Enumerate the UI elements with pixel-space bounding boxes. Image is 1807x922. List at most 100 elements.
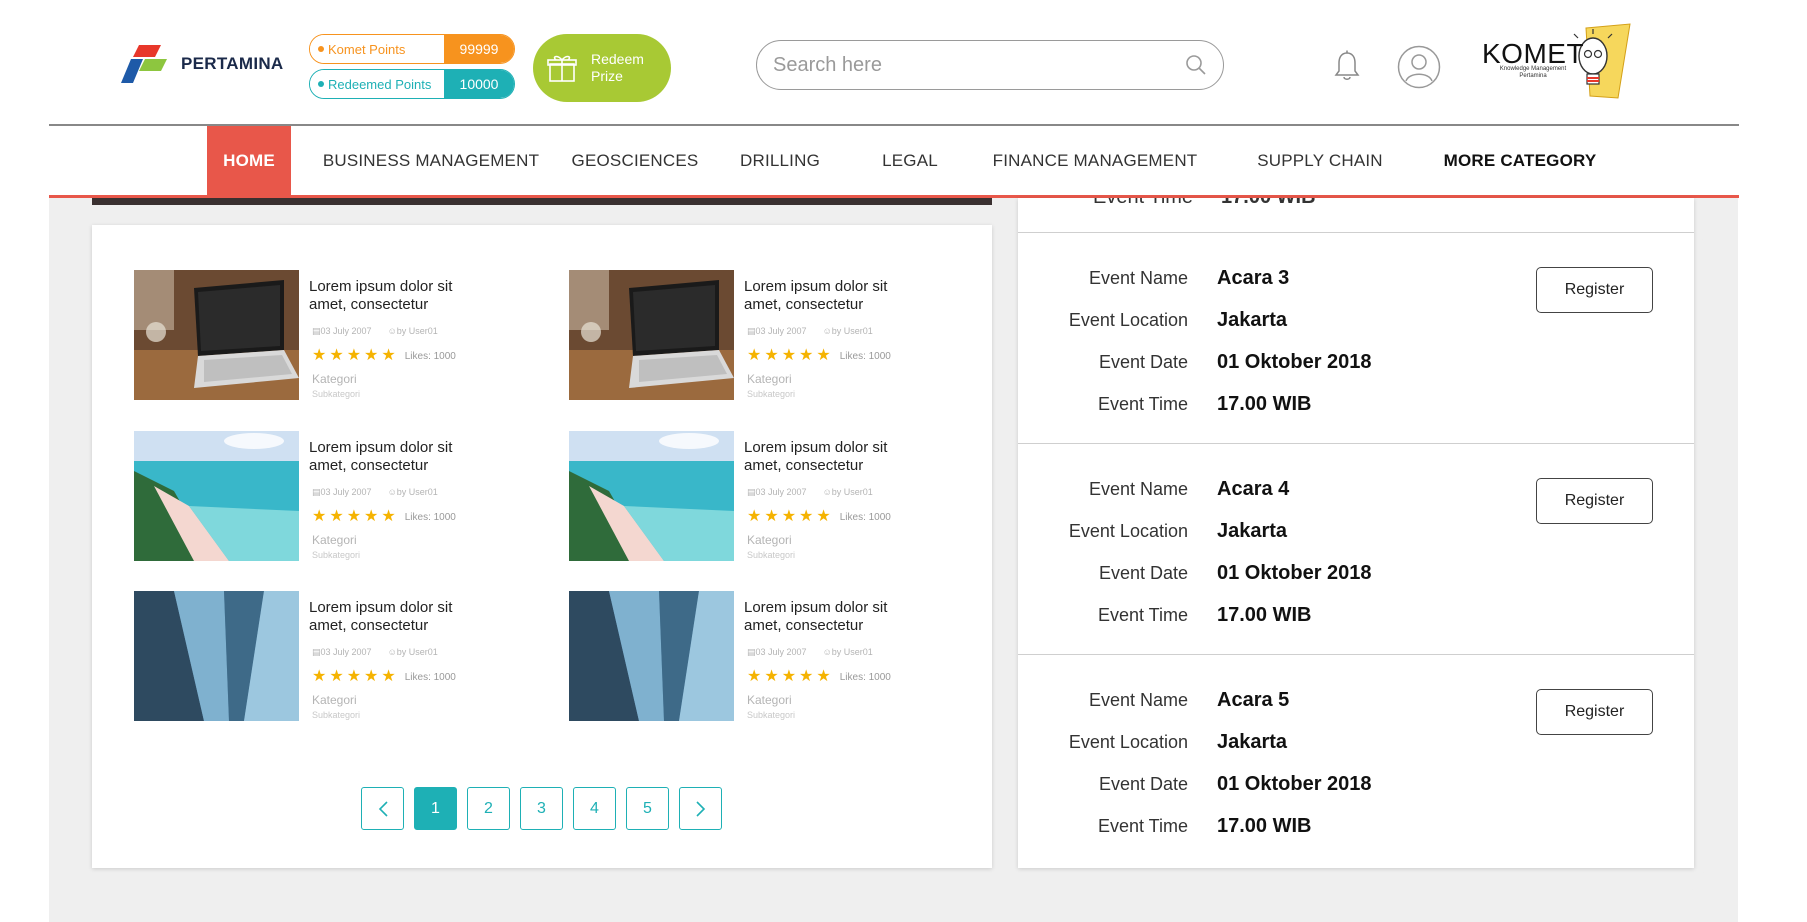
article-item[interactable]: Lorem ipsum dolor sit amet, consectetur ▤… (569, 591, 959, 721)
event-previous-time-value: 17.00 WIB (1221, 198, 1315, 209)
user-icon: ☺ (387, 487, 397, 497)
article-title[interactable]: Lorem ipsum dolor sit amet, consectetur (744, 278, 924, 314)
article-subcategory[interactable]: Subkategori (312, 710, 360, 720)
page-2-button[interactable]: 2 (467, 787, 510, 830)
nav-geosciences[interactable]: GEOSCIENCES (560, 126, 710, 196)
article-author: ☺by User01 (823, 647, 873, 658)
article-date: ▤03 July 2007 (312, 326, 372, 337)
redeem-prize-button[interactable]: Redeem Prize (533, 34, 671, 102)
article-subcategory[interactable]: Subkategori (747, 550, 795, 560)
nav-finance-management[interactable]: FINANCE MANAGEMENT (970, 126, 1220, 196)
article-title[interactable]: Lorem ipsum dolor sit amet, consectetur (309, 439, 489, 475)
star-icon: ★ (346, 508, 362, 525)
article-subcategory[interactable]: Subkategori (747, 389, 795, 399)
search-input[interactable] (773, 53, 1185, 77)
building-image (569, 591, 734, 721)
pertamina-logo-text: PERTAMINA (181, 54, 284, 73)
redeemed-points-label-wrap: Redeemed Points (310, 70, 444, 98)
nav-business-management[interactable]: BUSINESS MANAGEMENT (306, 126, 556, 196)
nav-drilling[interactable]: DRILLING (720, 126, 840, 196)
star-icon: ★ (781, 508, 797, 525)
event-time-value: 17.00 WIB (1217, 603, 1312, 626)
redeem-line2: Prize (591, 68, 623, 84)
event-name-label: Event Name (1088, 478, 1188, 499)
user-avatar-icon[interactable] (1397, 45, 1441, 89)
register-button[interactable]: Register (1536, 478, 1653, 524)
next-page-button[interactable] (679, 787, 722, 830)
page-4-button[interactable]: 4 (573, 787, 616, 830)
event-location-value: Jakarta (1217, 519, 1288, 542)
redeem-line1: Redeem (591, 51, 644, 67)
article-thumbnail[interactable] (569, 270, 734, 400)
star-icon: ★ (781, 668, 797, 685)
event-location-row: Event Location Jakarta (1018, 727, 1287, 757)
register-button[interactable]: Register (1536, 267, 1653, 313)
article-category[interactable]: Kategori (312, 693, 357, 707)
event-time-value: 17.00 WIB (1217, 814, 1312, 837)
star-icon: ★ (764, 347, 779, 364)
article-item[interactable]: Lorem ipsum dolor sit amet, consectetur ▤… (569, 431, 959, 561)
nav-more-category[interactable]: MORE CATEGORY (1420, 126, 1620, 196)
article-thumbnail[interactable] (569, 591, 734, 721)
komet-logo[interactable]: KOMET Knowledge Management Pertamina (1478, 20, 1638, 100)
article-likes: Likes: 1000 (839, 671, 891, 683)
article-title[interactable]: Lorem ipsum dolor sit amet, consectetur (309, 599, 489, 635)
article-likes: Likes: 1000 (404, 511, 456, 523)
event-item: Event Name Acara 4 Event Location Jakarta Ev… (1018, 444, 1694, 655)
article-subcategory[interactable]: Subkategori (747, 710, 795, 720)
article-author-text: by User01 (396, 326, 438, 336)
article-item[interactable]: Lorem ipsum dolor sit amet, consectetur ▤… (134, 270, 524, 400)
article-category[interactable]: Kategori (747, 533, 792, 547)
article-category[interactable]: Kategori (312, 533, 357, 547)
register-button[interactable]: Register (1536, 689, 1653, 735)
event-name-label: Event Name (1088, 267, 1188, 288)
article-subcategory[interactable]: Subkategori (312, 550, 360, 560)
prev-page-button[interactable] (361, 787, 404, 830)
article-rating: ★ ★ ★ ★ ★ Likes: 1000 (747, 348, 891, 364)
page-5-button[interactable]: 5 (626, 787, 669, 830)
article-thumbnail[interactable] (134, 591, 299, 721)
article-item[interactable]: Lorem ipsum dolor sit amet, consectetur ▤… (134, 431, 524, 561)
komet-dot (318, 46, 324, 52)
article-subcategory[interactable]: Subkategori (312, 389, 360, 399)
event-name-row: Event Name Acara 3 (1018, 263, 1289, 293)
background-edge (1738, 198, 1807, 922)
article-rating: ★ ★ ★ ★ ★ Likes: 1000 (747, 669, 891, 685)
article-thumbnail[interactable] (569, 431, 734, 561)
calendar-icon: ▤ (747, 487, 756, 497)
redeemed-points-label: Redeemed Points (328, 76, 432, 92)
article-meta: ▤03 July 2007 ☺by User01 (747, 326, 873, 337)
article-date-text: 03 July 2007 (755, 487, 807, 497)
article-thumbnail[interactable] (134, 270, 299, 400)
star-icon: ★ (747, 668, 762, 685)
article-meta: ▤03 July 2007 ☺by User01 (747, 487, 873, 498)
article-item[interactable]: Lorem ipsum dolor sit amet, consectetur ▤… (134, 591, 524, 721)
star-icon: ★ (329, 668, 344, 685)
nav-supply-chain[interactable]: SUPPLY CHAIN (1220, 126, 1420, 196)
article-rating: ★ ★ ★ ★ ★ Likes: 1000 (312, 348, 456, 364)
page-3-button[interactable]: 3 (520, 787, 563, 830)
article-title[interactable]: Lorem ipsum dolor sit amet, consectetur (744, 599, 924, 635)
nav-legal[interactable]: LEGAL (860, 126, 960, 196)
page-1-button[interactable]: 1 (414, 787, 457, 830)
search-box (756, 40, 1224, 90)
article-thumbnail[interactable] (134, 431, 299, 561)
article-item[interactable]: Lorem ipsum dolor sit amet, consectetur ▤… (569, 270, 959, 400)
redeemed-dot (318, 81, 324, 87)
pertamina-logo[interactable]: PERTAMINA (121, 45, 284, 83)
article-category[interactable]: Kategori (747, 693, 792, 707)
article-rating: ★ ★ ★ ★ ★ Likes: 1000 (747, 509, 891, 525)
star-icon: ★ (381, 668, 396, 685)
article-title[interactable]: Lorem ipsum dolor sit amet, consectetur (309, 278, 489, 314)
article-category[interactable]: Kategori (312, 372, 357, 386)
event-date-value: 01 Oktober 2018 (1217, 561, 1372, 584)
events-card: Event Time 17.00 WIB Event NameAcara 3Ev… (1018, 198, 1694, 868)
bell-icon[interactable] (1333, 50, 1361, 82)
star-icon: ★ (799, 347, 814, 364)
article-title[interactable]: Lorem ipsum dolor sit amet, consectetur (744, 439, 924, 475)
event-name-value: Acara 4 (1217, 477, 1290, 500)
article-category[interactable]: Kategori (747, 372, 792, 386)
star-icon: ★ (816, 347, 831, 364)
search-icon[interactable] (1185, 54, 1207, 76)
nav-home[interactable]: HOME (207, 126, 291, 196)
